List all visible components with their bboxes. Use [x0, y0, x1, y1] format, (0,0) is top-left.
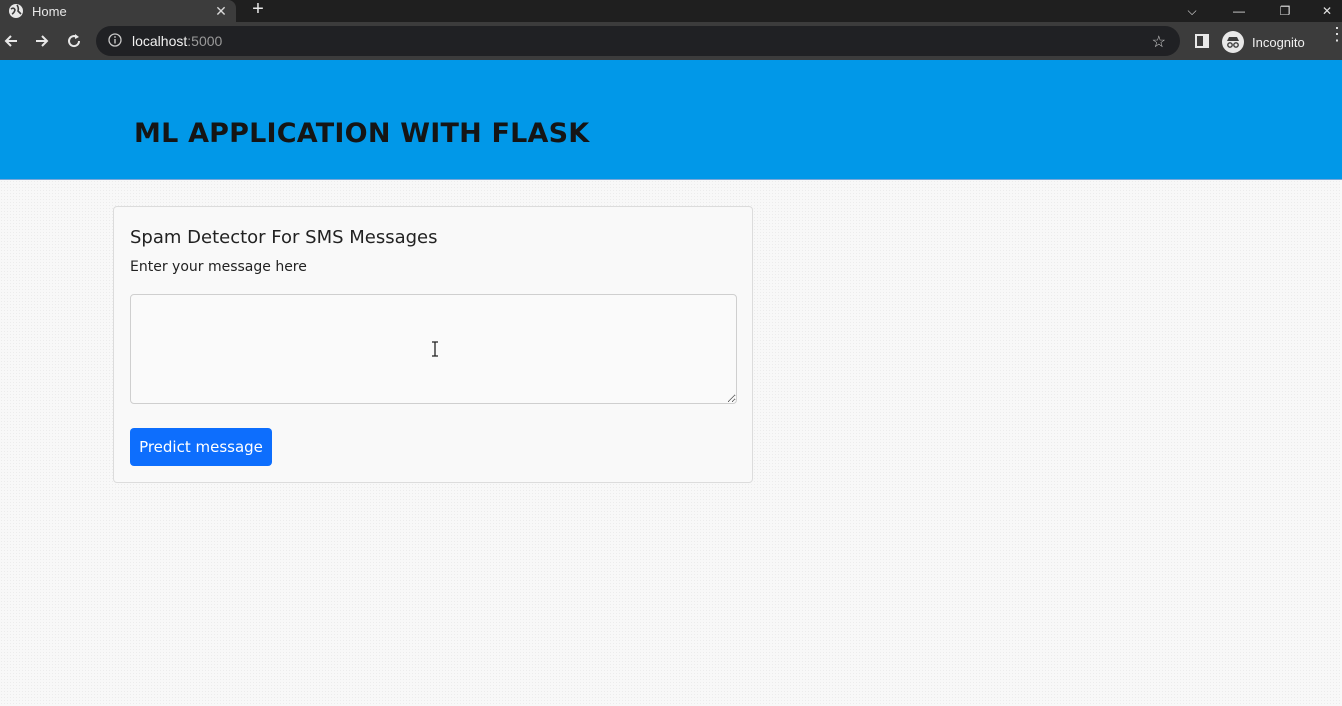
incognito-label: Incognito — [1252, 34, 1305, 50]
browser-toolbar: localhost:5000 ☆ Incognito ⋮ — [0, 22, 1342, 60]
bookmark-star-icon[interactable]: ☆ — [1152, 32, 1166, 52]
address-bar[interactable]: localhost:5000 ☆ — [96, 26, 1180, 56]
minimize-button[interactable]: — — [1224, 0, 1254, 22]
new-tab-button[interactable]: + — [246, 0, 270, 22]
reload-button[interactable] — [63, 29, 85, 53]
close-window-button[interactable]: ✕ — [1312, 0, 1342, 22]
incognito-indicator[interactable]: Incognito — [1222, 30, 1315, 54]
text-cursor-icon — [432, 341, 438, 357]
page-title: ML APPLICATION WITH FLASK — [134, 118, 590, 149]
card-title: Spam Detector For SMS Messages — [130, 227, 438, 248]
back-button[interactable] — [0, 29, 22, 53]
reload-icon — [68, 34, 81, 48]
url-host: localhost — [132, 33, 188, 49]
url-port: :5000 — [187, 33, 223, 49]
globe-icon — [8, 3, 24, 19]
site-info-icon[interactable] — [108, 33, 124, 49]
restore-button[interactable]: ❐ — [1270, 0, 1300, 22]
forward-button[interactable] — [31, 29, 53, 53]
forward-arrow-icon — [36, 35, 49, 47]
browser-tab-strip: Home ✕ + ⌵ — ❐ ✕ — [0, 0, 1342, 22]
page-content: ML APPLICATION WITH FLASK Spam Detector … — [0, 60, 1342, 706]
predict-message-button[interactable]: Predict message — [130, 428, 272, 466]
back-arrow-icon — [4, 35, 17, 47]
message-label: Enter your message here — [130, 259, 307, 275]
tab-close-icon[interactable]: ✕ — [210, 3, 232, 20]
tab-title: Home — [32, 3, 67, 19]
spam-detector-card: Spam Detector For SMS Messages Enter you… — [113, 206, 753, 483]
browser-menu-icon[interactable]: ⋮ — [1328, 25, 1342, 43]
incognito-icon — [1222, 31, 1244, 53]
side-panel-icon[interactable] — [1195, 34, 1209, 48]
header-banner: ML APPLICATION WITH FLASK — [0, 60, 1342, 180]
browser-tab-home[interactable]: Home ✕ — [0, 0, 236, 22]
tab-search-icon[interactable]: ⌵ — [1177, 0, 1207, 22]
